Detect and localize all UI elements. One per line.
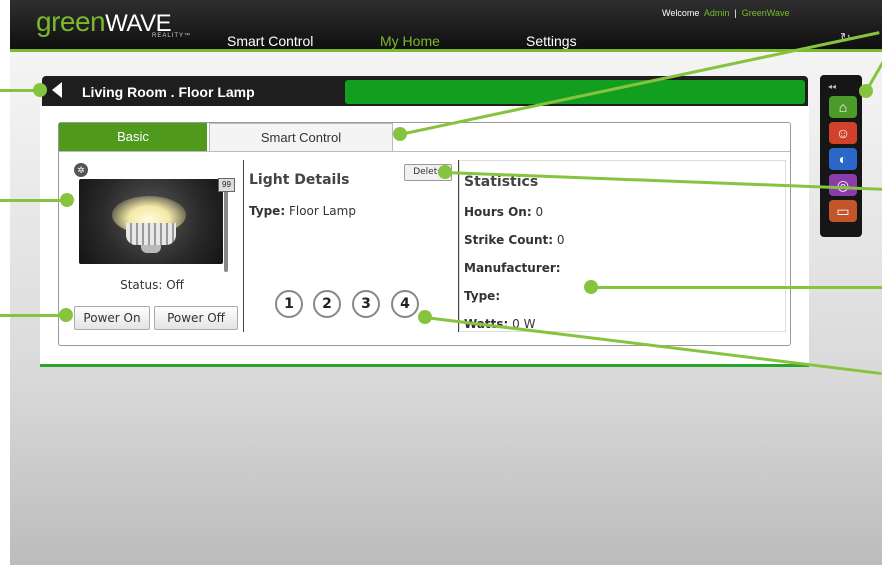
callout-line-power [0, 314, 66, 317]
stat-hours-row: Hours On: 0 [464, 205, 543, 219]
light-type-value: Floor Lamp [288, 204, 356, 218]
logo-prefix: green [36, 6, 106, 37]
home-icon[interactable]: ⌂ [829, 96, 857, 118]
bulb-base [126, 223, 176, 245]
dimmer-slider[interactable] [224, 190, 228, 272]
stat-strike-label: Strike Count: [464, 233, 554, 247]
callout-dot-delete [438, 165, 452, 179]
callout-line-bulb [0, 199, 68, 202]
power-on-button[interactable]: Power On [74, 306, 150, 330]
light-details-title: Light Details [249, 172, 350, 188]
nav-settings[interactable]: Settings [526, 33, 577, 49]
light-type-label: Type: [249, 204, 286, 218]
separator: | [734, 8, 737, 18]
page-title: Living Room . Floor Lamp [82, 84, 255, 100]
device-status: Status: Off [120, 278, 184, 292]
power-off-button[interactable]: Power Off [154, 306, 238, 330]
callout-dot-stats [584, 280, 598, 294]
scene-button-1[interactable]: 1 [275, 290, 303, 318]
tab-divider [59, 151, 790, 152]
nav-smart-control[interactable]: Smart Control [227, 33, 313, 49]
scene-button-2[interactable]: 2 [313, 290, 341, 318]
account-link[interactable]: GreenWave [742, 8, 790, 18]
logo: greenWAVE [36, 6, 172, 38]
stat-type-label: Type: [464, 289, 501, 303]
callout-line-stats [590, 286, 882, 289]
scene-button-3[interactable]: 3 [352, 290, 380, 318]
callout-dot-scenes [418, 310, 432, 324]
header-status-bar [345, 80, 805, 104]
bulb-type-icon: ✲ [74, 163, 88, 177]
callout-dot-back [33, 83, 47, 97]
callout-dot-power [59, 308, 73, 322]
logo-subtitle: REALITY™ [152, 33, 192, 39]
stat-strike-row: Strike Count: 0 [464, 233, 565, 247]
tv-icon[interactable]: ▭ [829, 200, 857, 222]
callout-dot-bulb [60, 193, 74, 207]
running-person-icon[interactable]: ☺ [829, 122, 857, 144]
column-divider-1 [243, 160, 244, 332]
collapse-icon[interactable]: ◂◂ [828, 82, 836, 91]
callout-dot-tab [393, 127, 407, 141]
tab-smart-control[interactable]: Smart Control [209, 123, 393, 151]
welcome-text: Welcome [662, 8, 700, 18]
back-arrow-icon[interactable] [52, 82, 62, 98]
light-type-row: Type: Floor Lamp [249, 204, 356, 218]
user-link[interactable]: Admin [704, 8, 730, 18]
bulb-cap [141, 245, 161, 253]
stat-manufacturer-label: Manufacturer: [464, 261, 561, 275]
welcome-bar: Welcome Admin | GreenWave [662, 8, 789, 18]
stat-manufacturer-row: Manufacturer: [464, 261, 561, 275]
stat-hours-label: Hours On: [464, 205, 532, 219]
stat-strike-value: 0 [556, 233, 565, 247]
stat-hours-value: 0 [535, 205, 544, 219]
statistics-panel: Statistics Hours On: 0 Strike Count: 0 M… [459, 160, 786, 332]
nav-my-home[interactable]: My Home [380, 33, 440, 49]
dimmer-level-badge: 99 [218, 178, 235, 192]
callout-dot-sidebar [859, 84, 873, 98]
stat-type-row: Type: [464, 289, 500, 303]
moon-icon[interactable]: ◐ [829, 148, 857, 170]
tab-basic[interactable]: Basic [59, 123, 207, 151]
scene-button-4[interactable]: 4 [391, 290, 419, 318]
